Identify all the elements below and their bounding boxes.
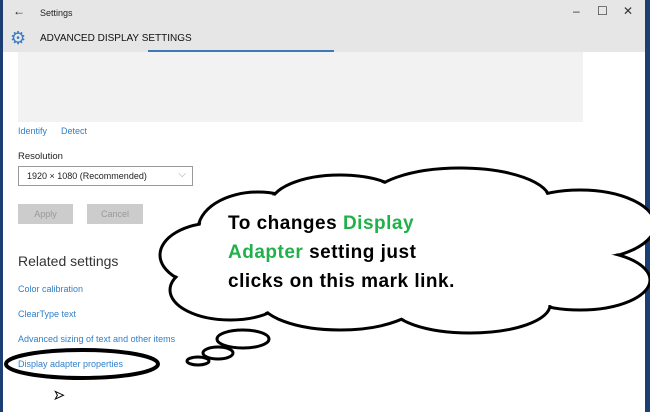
thought-bubble-large [215,328,271,350]
annotation-overlay [4,166,650,380]
annotation-text-part: setting just [303,242,417,263]
annotation-highlight: Display [342,213,415,234]
mouse-cursor-icon: ➤ [53,388,65,403]
annotation-text-part: clicks on this mark link. [228,271,455,292]
annotation-highlight: Adapter [228,242,304,263]
thought-bubble-small [185,355,211,367]
highlight-ellipse [4,348,160,380]
annotation-text: To changes Display Adapter setting just … [228,209,455,296]
thought-bubble-medium [201,345,235,361]
annotation-text-part: To changes [228,213,343,234]
